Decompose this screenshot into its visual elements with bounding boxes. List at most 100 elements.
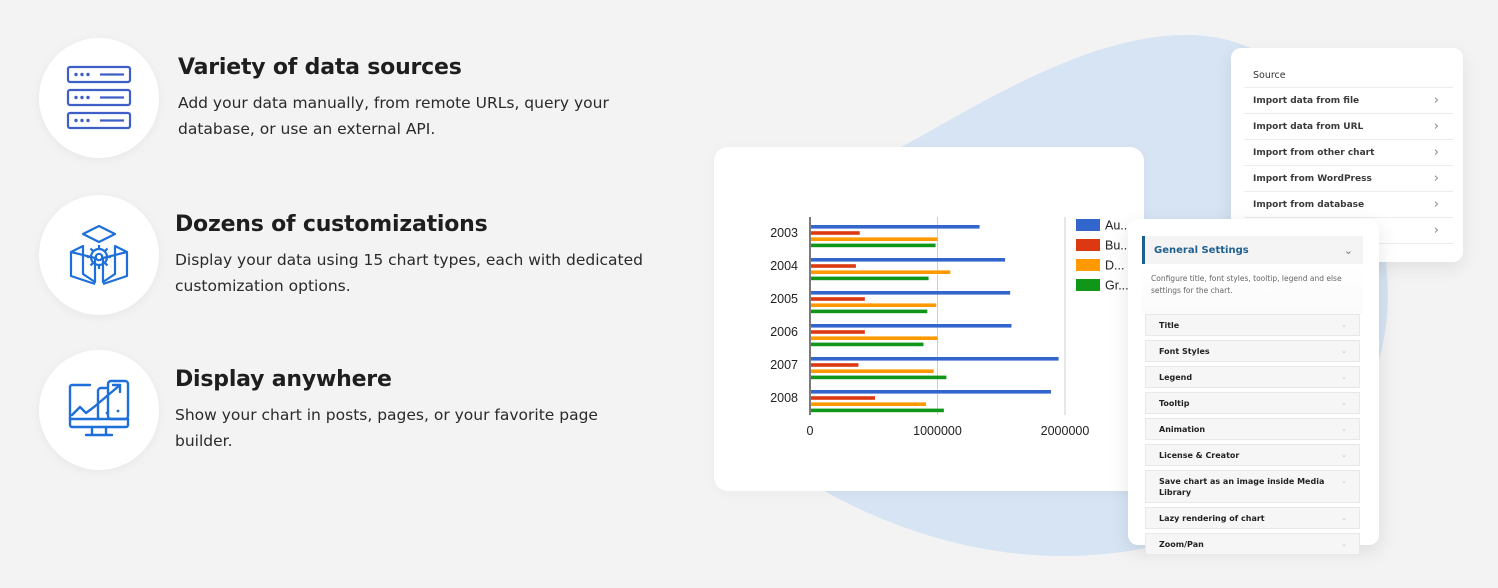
chevron-right-icon: ›	[1433, 119, 1439, 134]
bar-2008-1	[811, 396, 876, 400]
feature-icon-circle	[39, 350, 159, 470]
bar-chart: 0 1000000 2000000 2003 2004 2005 2006 2007 2008 A…	[770, 217, 1131, 438]
chevron-down-icon: ⌄	[1341, 514, 1347, 522]
settings-accordion-item[interactable]: Save chart as an image inside Media Libr…	[1145, 470, 1360, 503]
bar-2008-2	[811, 402, 927, 406]
chevron-right-icon: ›	[1433, 93, 1439, 108]
feature-title: Dozens of customizations	[175, 211, 488, 237]
chevron-right-icon: ›	[1433, 223, 1439, 238]
chevron-down-icon: ⌄	[1341, 425, 1347, 433]
feature-data-sources: Variety of data sources Add your data ma…	[39, 38, 648, 158]
chevron-down-icon: ⌄	[1341, 451, 1347, 459]
feature-description: Add your data manually, from remote URLs…	[178, 93, 609, 138]
import-from-database-item[interactable]: Import from database ›	[1244, 192, 1453, 218]
import-from-other-chart-item[interactable]: Import from other chart ›	[1244, 140, 1453, 166]
settings-item-label: Title	[1159, 321, 1180, 330]
bar-2006-2	[811, 336, 938, 340]
feature-display-anywhere: Display anywhere Show your chart in post…	[39, 350, 645, 470]
y-tick-label: 2005	[770, 292, 798, 306]
settings-item-label: Legend	[1159, 373, 1193, 382]
chevron-down-icon: ⌄	[1341, 477, 1347, 485]
bar-2004-0	[811, 258, 1006, 262]
bar-2008-3	[811, 408, 944, 413]
settings-item-label: Save chart as an image inside Media Libr…	[1159, 477, 1325, 497]
feature-description: Show your chart in posts, pages, or your…	[175, 405, 598, 450]
bar-2007-3	[811, 375, 947, 380]
legend-label: D...	[1105, 259, 1124, 273]
y-tick-label: 2003	[770, 226, 798, 240]
chevron-right-icon: ›	[1433, 197, 1439, 212]
bar-2003-2	[811, 237, 938, 241]
legend-swatch	[1076, 259, 1100, 271]
general-settings-header[interactable]: General Settings ⌄	[1142, 236, 1363, 264]
bar-2007-0	[811, 357, 1059, 361]
bar-2007-1	[811, 363, 859, 367]
chevron-down-icon: ⌄	[1341, 347, 1347, 355]
bar-2003-0	[811, 225, 980, 229]
menu-item-label: Import from WordPress	[1253, 173, 1372, 184]
menu-item-label: Import from other chart	[1253, 147, 1375, 158]
y-tick-label: 2008	[770, 391, 798, 405]
bar-2005-2	[811, 303, 937, 307]
chevron-down-icon: ⌄	[1343, 243, 1353, 257]
menu-item-label: Import from database	[1253, 199, 1365, 210]
bar-2008-0	[811, 390, 1051, 394]
y-tick-label: 2007	[770, 358, 798, 372]
menu-item-label: Import data from file	[1253, 95, 1360, 106]
settings-item-label: Tooltip	[1159, 399, 1190, 408]
box-gear-icon	[69, 224, 129, 286]
bar-2005-0	[811, 291, 1011, 295]
bar-2004-3	[811, 276, 929, 281]
general-settings-description: Configure title, font styles, tooltip, l…	[1142, 264, 1363, 314]
general-settings-title: General Settings	[1154, 244, 1249, 256]
server-stack-icon	[66, 65, 132, 130]
bar-2005-1	[811, 297, 865, 301]
settings-accordion-item[interactable]: Animation ⌄	[1145, 418, 1360, 440]
settings-accordion-item[interactable]: Legend ⌄	[1145, 366, 1360, 388]
legend-label: Bu...	[1105, 239, 1131, 253]
y-tick-label: 2004	[770, 259, 798, 273]
settings-item-label: Animation	[1159, 425, 1206, 434]
settings-accordion-item[interactable]: Font Styles ⌄	[1145, 340, 1360, 362]
chevron-right-icon: ›	[1433, 171, 1439, 186]
feature-icon-circle	[39, 195, 159, 315]
chevron-right-icon: ›	[1433, 145, 1439, 160]
menu-item-label: Import data from URL	[1253, 121, 1364, 132]
x-tick-label: 1000000	[913, 424, 962, 438]
bar-2006-0	[811, 324, 1012, 328]
settings-item-label: Lazy rendering of chart	[1159, 514, 1265, 523]
settings-accordion-item[interactable]: Lazy rendering of chart ⌄	[1145, 507, 1360, 529]
bar-2006-3	[811, 342, 924, 347]
feature-title: Display anywhere	[175, 366, 392, 392]
chevron-down-icon: ⌄	[1341, 321, 1347, 329]
bar-2006-1	[811, 330, 865, 334]
settings-accordion-item[interactable]: Zoom/Pan ⌄	[1145, 533, 1360, 555]
settings-accordion-item[interactable]: Tooltip ⌄	[1145, 392, 1360, 414]
feature-icon-circle	[39, 38, 159, 158]
chevron-down-icon: ⌄	[1341, 399, 1347, 407]
legend-label: Au...	[1105, 219, 1131, 233]
legend-swatch	[1076, 279, 1100, 291]
chart-card: 0 1000000 2000000 2003 2004 2005 2006 2007 2008 A…	[714, 147, 1144, 491]
settings-accordion-item[interactable]: Title ⌄	[1145, 314, 1360, 336]
bar-2004-1	[811, 264, 856, 268]
bar-2003-1	[811, 231, 860, 235]
general-settings-panel: General Settings ⌄ Configure title, font…	[1128, 219, 1379, 555]
chevron-down-icon: ⌄	[1341, 373, 1347, 381]
devices-chart-icon	[68, 379, 130, 437]
chevron-down-icon: ⌄	[1341, 540, 1347, 548]
settings-item-label: Zoom/Pan	[1159, 540, 1204, 549]
settings-item-label: Font Styles	[1159, 347, 1210, 356]
bar-2004-2	[811, 270, 951, 274]
import-from-url-item[interactable]: Import data from URL ›	[1244, 114, 1453, 140]
import-from-wordpress-item[interactable]: Import from WordPress ›	[1244, 166, 1453, 192]
import-from-file-item[interactable]: Import data from file ›	[1244, 88, 1453, 114]
feature-description: Display your data using 15 chart types, …	[175, 250, 644, 295]
settings-item-label: License & Creator	[1159, 451, 1240, 460]
source-panel-title: Source	[1244, 64, 1453, 88]
legend-swatch	[1076, 219, 1100, 231]
x-tick-label: 0	[807, 424, 814, 438]
settings-accordion-item[interactable]: License & Creator ⌄	[1145, 444, 1360, 466]
feature-title: Variety of data sources	[178, 54, 462, 80]
bar-2007-2	[811, 369, 934, 373]
